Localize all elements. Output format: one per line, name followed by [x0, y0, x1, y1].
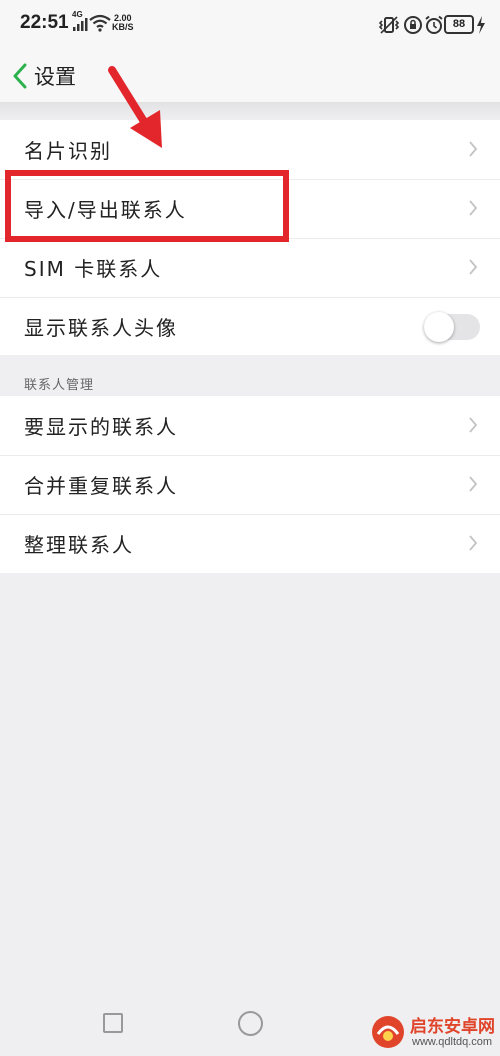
status-bar: 22:51 4G 2.00 KB/S 88 [0, 0, 500, 50]
toggle-knob [424, 312, 454, 342]
header-divider [0, 102, 500, 120]
watermark-name: 启东安卓网 [410, 1017, 495, 1037]
row-label: 显示联系人头像 [24, 316, 178, 340]
show-avatar-toggle[interactable] [424, 312, 480, 342]
chevron-right-icon [469, 259, 478, 275]
chevron-right-icon [469, 417, 478, 433]
battery-icon: 88 [444, 15, 474, 34]
recents-button[interactable] [103, 1013, 123, 1033]
settings-group-contact-management: 要显示的联系人 合并重复联系人 整理联系人 [0, 396, 500, 573]
watermark: 启东安卓网 www.qdltdq.com [368, 1010, 500, 1056]
annotation-arrow-icon [108, 66, 162, 148]
chevron-left-icon [13, 63, 27, 89]
alarm-icon [425, 15, 443, 34]
chevron-right-icon [469, 141, 478, 157]
charging-icon [477, 16, 485, 34]
home-button[interactable] [238, 1011, 263, 1036]
row-label: 合并重复联系人 [24, 474, 178, 498]
settings-row-contacts-to-display[interactable]: 要显示的联系人 [0, 396, 500, 455]
row-label: SIM 卡联系人 [24, 257, 163, 281]
annotation-highlight-box [5, 170, 289, 242]
section-header-contact-management: 联系人管理 [24, 378, 95, 393]
network-type: 4G [72, 10, 83, 19]
chevron-right-icon [469, 535, 478, 551]
rotation-lock-icon [404, 16, 422, 34]
row-label: 要显示的联系人 [24, 415, 178, 439]
row-label: 整理联系人 [24, 533, 134, 557]
chevron-right-icon [469, 476, 478, 492]
site-logo-icon [372, 1016, 404, 1048]
cellular-signal-icon: 4G [72, 10, 88, 33]
wifi-icon [89, 14, 111, 32]
back-button[interactable]: 设置 [12, 58, 76, 94]
network-speed: 2.00 KB/S [112, 13, 134, 32]
row-label: 名片识别 [24, 139, 112, 163]
page-title: 设置 [34, 65, 76, 89]
battery-level: 88 [452, 18, 466, 30]
settings-row-show-avatar: 显示联系人头像 [0, 297, 500, 356]
status-time: 22:51 [20, 12, 69, 33]
watermark-url: www.qdltdq.com [412, 1036, 493, 1048]
chevron-right-icon [469, 200, 478, 216]
vibrate-icon [378, 16, 400, 34]
settings-row-merge-duplicates[interactable]: 合并重复联系人 [0, 455, 500, 514]
header: 设置 [0, 50, 500, 102]
settings-row-sim-contacts[interactable]: SIM 卡联系人 [0, 238, 500, 297]
settings-row-organize-contacts[interactable]: 整理联系人 [0, 514, 500, 573]
